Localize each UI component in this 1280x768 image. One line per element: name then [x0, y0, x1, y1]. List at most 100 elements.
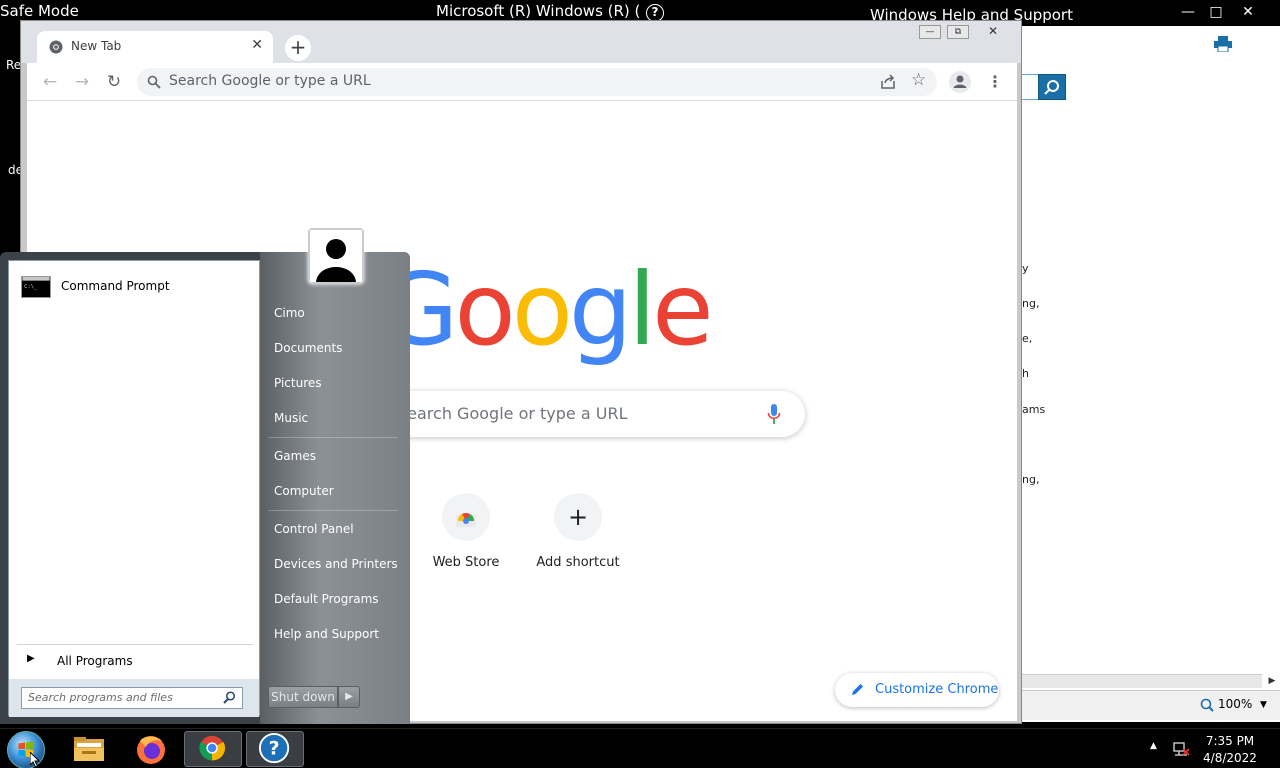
help-search-button[interactable]	[1038, 74, 1066, 100]
all-programs-label: All Programs	[57, 654, 133, 668]
shortcut-label: Add shortcut	[536, 555, 620, 570]
horizontal-scrollbar[interactable]	[1020, 674, 1262, 688]
tab-close-icon[interactable]: ✕	[251, 37, 263, 53]
customize-chrome-label: Customize Chrome	[875, 682, 999, 697]
start-link-documents[interactable]: Documents	[274, 341, 342, 355]
desktop-icon-label[interactable]: Re	[6, 58, 21, 72]
shortcut-web-store[interactable]: Web Store	[411, 493, 521, 583]
start-search-input[interactable]: Search programs and files	[21, 687, 243, 709]
start-link-computer[interactable]: Computer	[274, 484, 334, 498]
command-prompt-label: Command Prompt	[61, 279, 170, 293]
logo-letter: o	[511, 251, 573, 368]
customize-chrome-button[interactable]: Customize Chrome	[835, 673, 999, 707]
chrome-favicon-icon	[49, 40, 63, 54]
divider	[268, 437, 398, 438]
show-hidden-icons-arrow[interactable]: ▲	[1150, 741, 1157, 751]
zoom-icon[interactable]	[1200, 698, 1214, 712]
back-arrow-icon[interactable]: ←	[39, 71, 61, 93]
tab-title: New Tab	[71, 39, 122, 53]
minimize-button[interactable]: —	[919, 25, 941, 39]
close-button[interactable]: ✕	[975, 25, 1011, 39]
start-item-command-prompt[interactable]: C:\_ Command Prompt	[21, 271, 257, 303]
chrome-toolbar: ← → ↻ Search Google or type a URL ☆ ⋮	[27, 63, 1017, 101]
plus-icon: +	[554, 493, 602, 541]
logo-letter: o	[454, 251, 516, 368]
help-text-fragment: h	[1022, 367, 1029, 380]
tab-strip: New Tab ✕ + — ⧉ ✕	[21, 21, 1021, 63]
start-link-pictures[interactable]: Pictures	[274, 376, 322, 390]
print-icon[interactable]	[1214, 36, 1232, 52]
svg-text:?: ?	[269, 738, 280, 760]
start-link-devices-printers[interactable]: Devices and Printers	[274, 557, 398, 571]
start-link-user-folder[interactable]: Cimo	[274, 306, 305, 320]
start-menu: C:\_ Command Prompt ▶ All Programs Searc…	[0, 252, 410, 724]
tab-new-tab[interactable]: New Tab ✕	[37, 31, 273, 63]
logo-letter: e	[652, 251, 713, 368]
start-link-default-programs[interactable]: Default Programs	[274, 592, 379, 606]
chrome-menu-icon[interactable]: ⋮	[987, 71, 1003, 93]
start-search-area: Search programs and files	[9, 679, 259, 717]
mouse-cursor-icon	[30, 752, 41, 768]
minimize-button[interactable]: —	[1176, 2, 1200, 22]
taskbar-chrome[interactable]	[184, 731, 242, 767]
zoom-dropdown-arrow[interactable]: ▼	[1260, 700, 1267, 710]
help-text-fragment: e,	[1022, 332, 1033, 345]
divider	[17, 644, 253, 645]
help-text-fragment: ams	[1022, 403, 1046, 416]
web-store-icon	[442, 493, 490, 541]
clock-date[interactable]: 4/8/2022	[1200, 751, 1260, 765]
address-bar[interactable]: Search Google or type a URL ☆	[137, 68, 937, 96]
triangle-right-icon: ▶	[27, 653, 35, 664]
taskbar-file-explorer[interactable]	[60, 731, 118, 767]
desktop-build-text: Microsoft (R) Windows (R) (Bui	[436, 2, 665, 20]
user-icon	[310, 230, 362, 282]
start-menu-programs-pane: C:\_ Command Prompt ▶ All Programs Searc…	[8, 260, 260, 717]
zoom-level[interactable]: 100%	[1218, 697, 1252, 711]
start-link-control-panel[interactable]: Control Panel	[274, 522, 354, 536]
taskbar-firefox[interactable]	[122, 731, 180, 767]
new-tab-button[interactable]: +	[285, 35, 311, 61]
shut-down-options-arrow[interactable]: ▶	[338, 686, 360, 708]
cmd-icon: C:\_	[21, 276, 51, 298]
taskbar-help-support[interactable]: ?	[246, 731, 304, 767]
google-logo: Google	[381, 251, 714, 368]
logo-letter: g	[568, 251, 633, 368]
svg-text:C:\_: C:\_	[24, 284, 38, 290]
search-icon	[223, 691, 236, 704]
desktop: Safe Mode Microsoft (R) Windows (R) (Bui…	[0, 0, 1280, 768]
shortcut-add[interactable]: + Add shortcut	[523, 493, 633, 583]
shortcut-label: Web Store	[432, 555, 500, 570]
user-account-picture[interactable]	[308, 228, 364, 284]
search-icon	[147, 75, 161, 89]
profile-avatar[interactable]	[949, 71, 971, 93]
network-icon[interactable]	[1172, 739, 1190, 757]
start-link-help-support[interactable]: Help and Support	[274, 627, 379, 641]
close-button[interactable]: ✕	[1236, 2, 1260, 22]
help-text-fragment: ng,	[1022, 473, 1040, 486]
share-icon[interactable]	[879, 73, 897, 91]
all-programs-button[interactable]: ▶ All Programs	[17, 649, 253, 673]
taskbar: ? ▲ 7:35 PM 4/8/2022	[0, 728, 1280, 768]
safe-mode-label: Safe Mode	[0, 2, 79, 20]
scroll-right-arrow[interactable]: ▶	[1266, 674, 1278, 688]
clock-time[interactable]: 7:35 PM	[1200, 734, 1260, 748]
help-search-input[interactable]	[1020, 74, 1040, 100]
start-link-music[interactable]: Music	[274, 411, 308, 425]
person-icon	[953, 75, 967, 88]
microphone-icon[interactable]	[767, 403, 781, 425]
reload-icon[interactable]: ↻	[103, 71, 125, 93]
maximize-button[interactable]: □	[1204, 2, 1228, 22]
help-text-fragment: ng,	[1022, 297, 1040, 310]
pencil-icon	[852, 684, 863, 695]
forward-arrow-icon[interactable]: →	[71, 71, 93, 93]
restore-button[interactable]: ⧉	[947, 25, 969, 39]
help-text-fragment: y	[1022, 262, 1029, 275]
ntp-search-placeholder: Search Google or type a URL	[397, 404, 628, 423]
divider	[268, 510, 398, 511]
firefox-icon	[137, 736, 165, 764]
start-link-games[interactable]: Games	[274, 449, 316, 463]
shut-down-button[interactable]: Shut down	[268, 686, 338, 708]
bookmark-star-icon[interactable]: ☆	[911, 70, 926, 90]
address-bar-placeholder: Search Google or type a URL	[169, 73, 371, 89]
chrome-icon	[199, 735, 226, 761]
